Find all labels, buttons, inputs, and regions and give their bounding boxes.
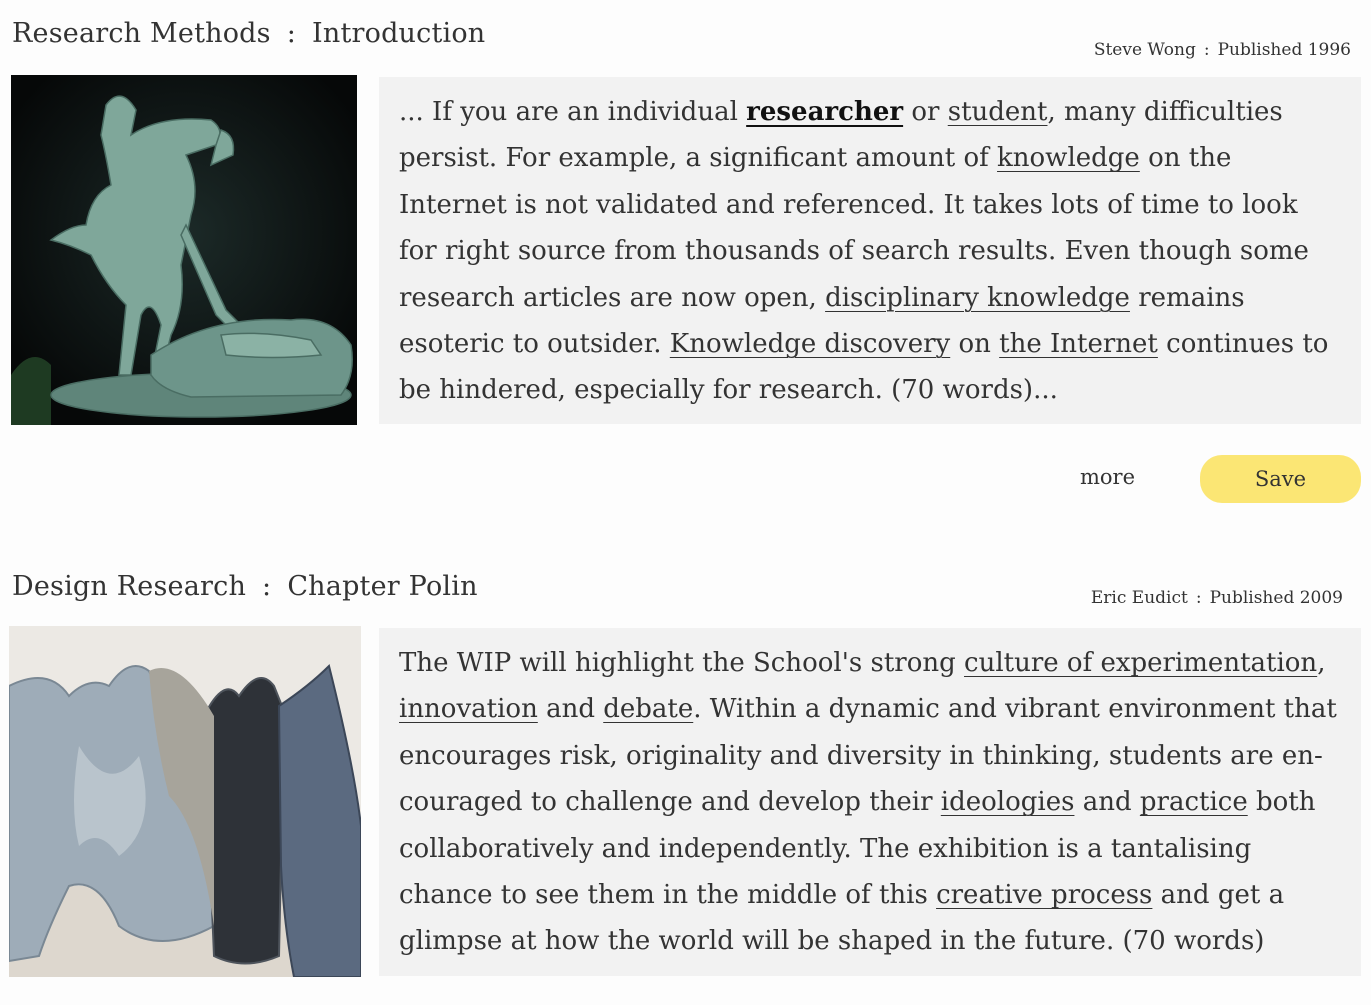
meta-separator: : — [1203, 40, 1210, 60]
author-name: Steve Wong — [1093, 40, 1196, 60]
save-button[interactable]: Save — [1200, 455, 1361, 503]
keyword-link[interactable]: culture of experimentation — [964, 648, 1317, 678]
article-meta: Eric Eudict: Published 2009 — [1091, 588, 1343, 608]
keyword-link[interactable]: innovation — [399, 694, 538, 724]
keyword-link[interactable]: Knowledge discovery — [670, 329, 950, 359]
publish-year: Published 2009 — [1209, 588, 1343, 608]
keyword-link[interactable]: the Internet — [999, 329, 1158, 359]
book-title: Design Research — [12, 571, 247, 602]
keyword-link[interactable]: creative process — [936, 880, 1152, 910]
article-card-research-methods: Research Methods: Introduction Steve Wong… — [0, 0, 1371, 540]
publish-year: Published 1996 — [1217, 40, 1351, 60]
keyword-link[interactable]: practice — [1140, 787, 1248, 817]
keyword-link[interactable]: debate — [603, 694, 693, 724]
keyword-link[interactable]: student — [948, 97, 1048, 127]
keyword-link[interactable]: ideologies — [941, 787, 1075, 817]
chapter-title: Introduction — [312, 18, 486, 49]
sculpture-thumbnail-image — [9, 626, 361, 977]
excerpt-text: , — [1317, 648, 1326, 678]
article-card-design-research: Design Research: Chapter Polin Eric Eudic… — [0, 553, 1371, 1005]
title-separator: : — [262, 571, 272, 602]
keyword-link[interactable]: disciplinary knowledge — [825, 283, 1130, 313]
excerpt-text: on — [950, 329, 1000, 360]
chapter-title: Chapter Polin — [287, 571, 478, 602]
statue-thumbnail-image — [11, 75, 357, 425]
excerpt-text: ... If you are an individual — [399, 97, 747, 127]
keyword-link[interactable]: knowledge — [997, 143, 1140, 173]
excerpt-text: or — [903, 97, 948, 127]
author-name: Eric Eudict — [1090, 588, 1188, 608]
meta-separator: : — [1195, 588, 1202, 608]
article-excerpt: ... If you are an individual researcher … — [379, 77, 1361, 424]
keyword-link[interactable]: researcher — [746, 97, 903, 127]
more-link[interactable]: more — [1080, 465, 1135, 489]
book-title: Research Methods — [12, 18, 271, 49]
excerpt-text: The WIP will highlight the School's stro… — [399, 648, 965, 678]
article-title[interactable]: Design Research: Chapter Polin — [12, 571, 478, 602]
article-meta: Steve Wong: Published 1996 — [1094, 40, 1351, 60]
title-separator: : — [286, 18, 296, 49]
excerpt-text: and — [1074, 787, 1140, 818]
excerpt-text: and — [537, 694, 604, 725]
article-excerpt: The WIP will highlight the School's stro… — [379, 628, 1361, 976]
article-title[interactable]: Research Methods: Introduction — [12, 18, 485, 49]
